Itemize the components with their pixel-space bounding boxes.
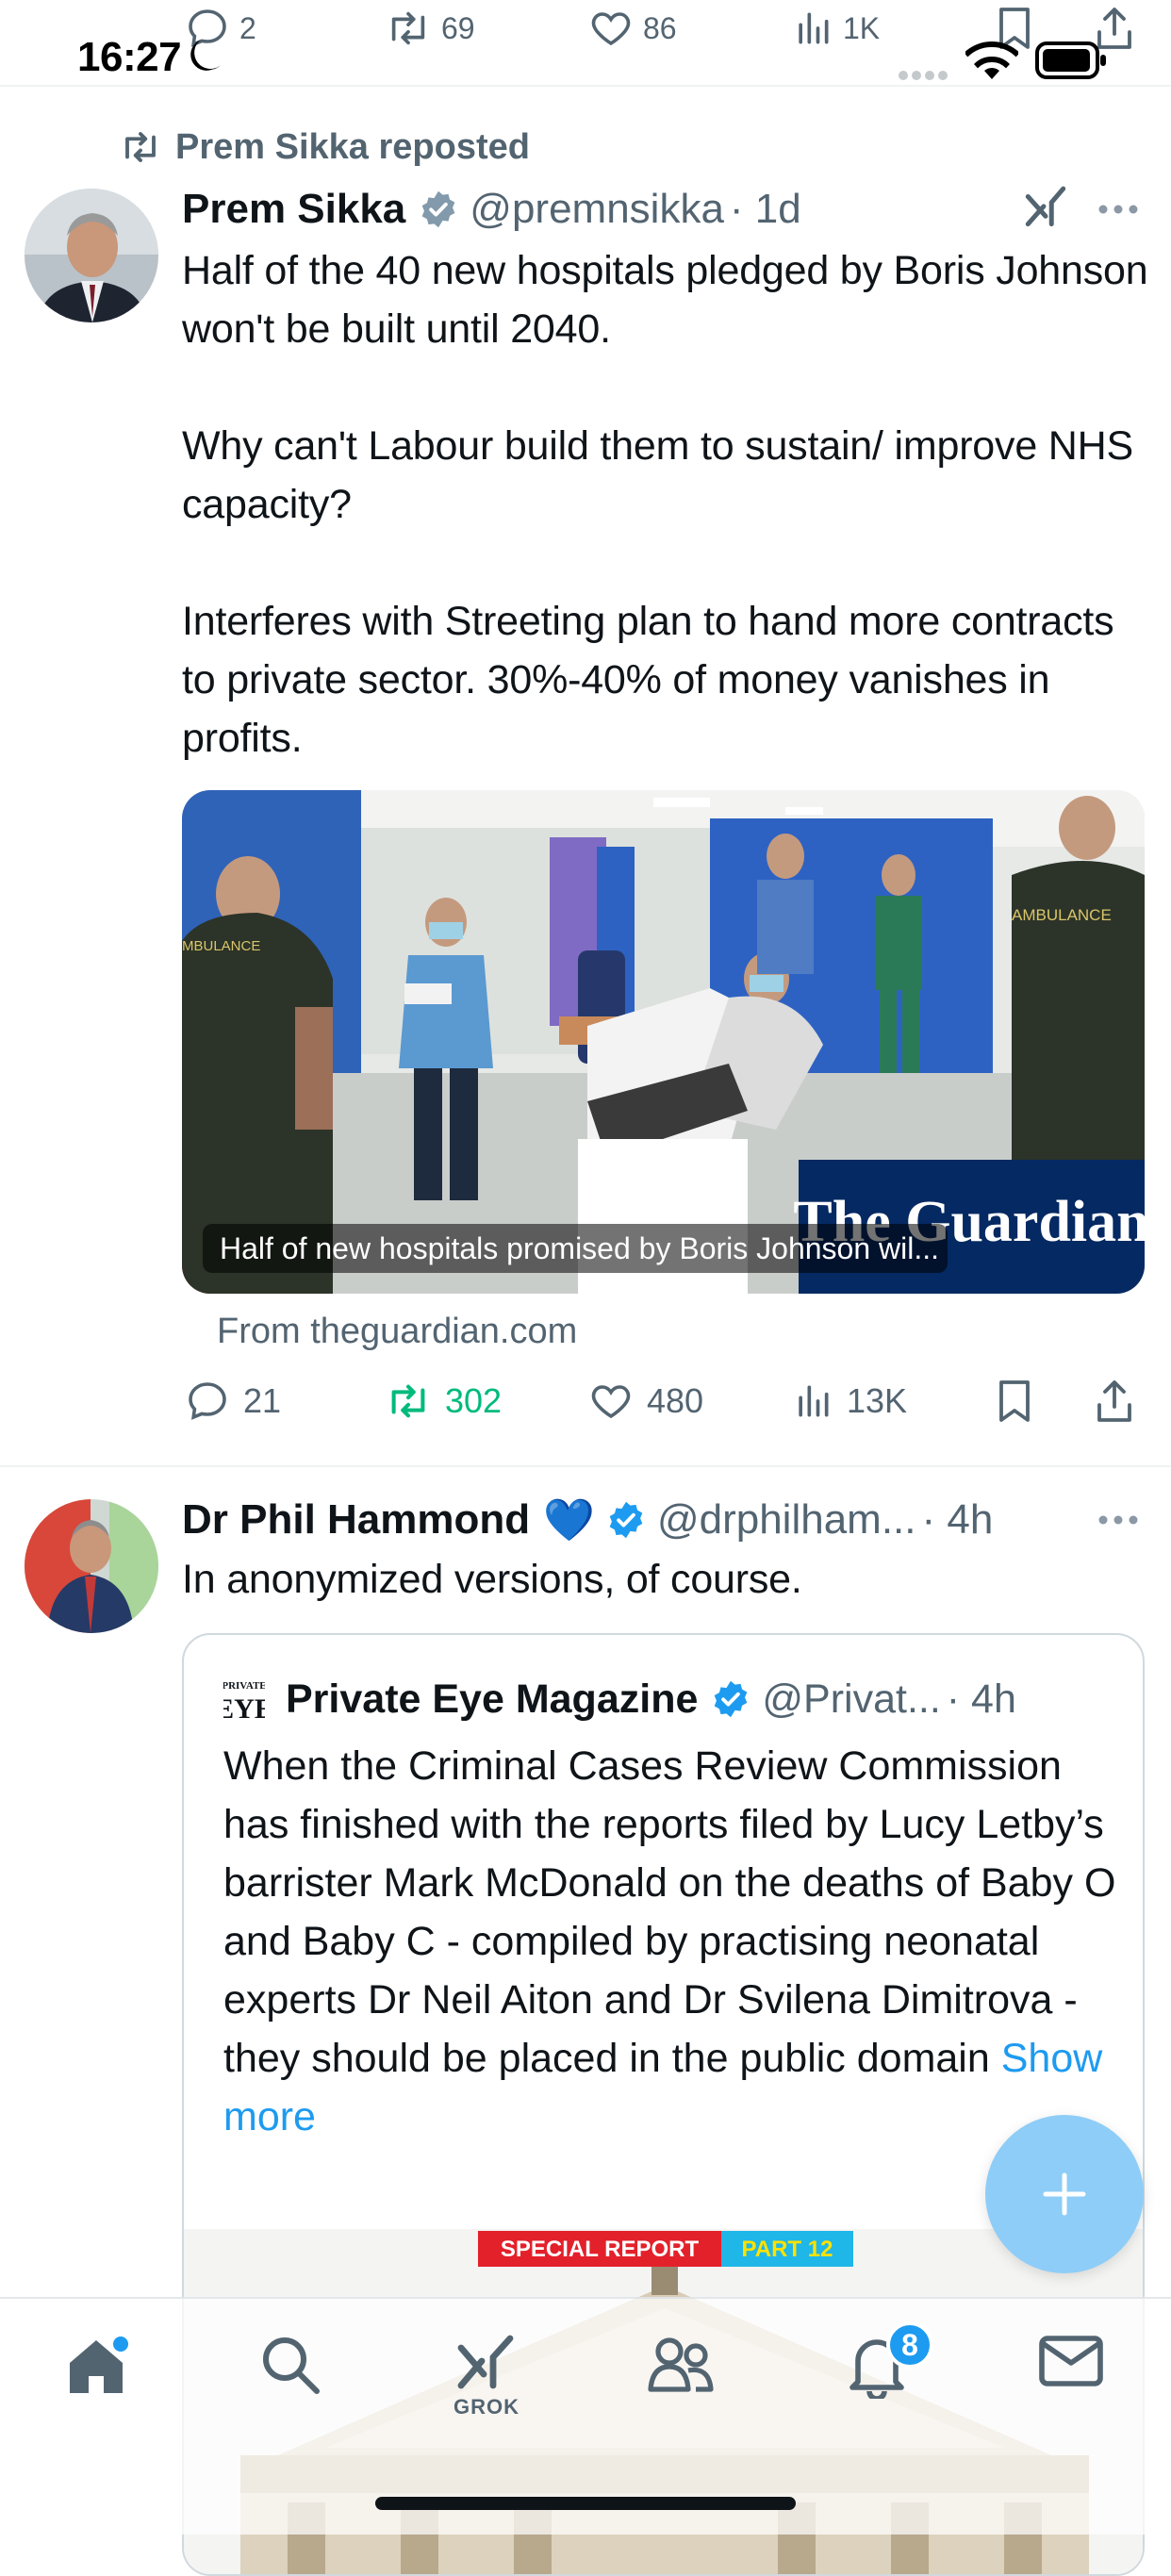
reply-count: 21 — [243, 1381, 282, 1420]
communities-icon — [647, 2333, 715, 2397]
repost-button[interactable]: 302 — [385, 1363, 502, 1439]
bookmark-button[interactable] — [994, 1363, 1035, 1439]
repost-icon — [385, 1379, 432, 1424]
views-icon — [792, 8, 833, 49]
battery-icon — [1035, 41, 1107, 79]
status-bar-time: 16:27 — [77, 34, 182, 80]
grok-icon[interactable] — [1022, 185, 1069, 234]
tweet-header: Dr Phil Hammond 💙 @drphilham... · 4h — [182, 1490, 993, 1550]
mail-icon — [1038, 2333, 1104, 2389]
verified-badge-icon — [419, 190, 458, 229]
like-button[interactable]: 86 — [588, 2, 677, 55]
quoted-author-handle: @Privat... — [762, 1676, 941, 1722]
banner-special-report: SPECIAL REPORT — [501, 2237, 700, 2262]
banner-part: PART 12 — [742, 2237, 833, 2262]
grok-icon — [454, 2333, 520, 2393]
repost-count: 302 — [445, 1381, 503, 1420]
verified-badge-icon — [606, 1500, 646, 1540]
repost-icon — [119, 127, 162, 167]
verified-badge-icon — [711, 1679, 750, 1719]
link-card-caption: Half of new hospitals promised by Boris … — [203, 1224, 948, 1273]
quoted-tweet-time: · 4h — [946, 1676, 1016, 1722]
tab-grok[interactable]: GROK — [430, 2333, 543, 2427]
more-options-icon[interactable] — [1097, 1514, 1139, 1526]
card-ambulance-text-left: MBULANCE — [182, 938, 260, 954]
wifi-icon — [965, 41, 1018, 81]
more-options-icon[interactable] — [1097, 204, 1139, 215]
quoted-tweet-body: When the Criminal Cases Review Commissio… — [223, 1743, 1128, 2081]
tweet-text: Half of the 40 new hospitals pledged by … — [182, 248, 1148, 761]
share-icon — [1094, 1379, 1135, 1424]
reply-count: 2 — [239, 10, 256, 45]
signal-dots-icon — [898, 70, 950, 81]
bookmark-icon — [994, 1379, 1035, 1424]
like-button[interactable]: 480 — [588, 1363, 703, 1439]
author-handle[interactable]: @premnsikka — [470, 186, 724, 233]
repost-label: Prem Sikka reposted — [175, 126, 530, 167]
logo-line2: EYE — [223, 1693, 265, 1724]
tweet-time[interactable]: · 4h — [922, 1496, 994, 1544]
tweet-time[interactable]: · 1d — [730, 186, 801, 233]
tab-search[interactable] — [234, 2333, 347, 2427]
share-button[interactable] — [1094, 1363, 1135, 1439]
repost-icon — [385, 6, 432, 51]
reply-button[interactable]: 21 — [185, 1363, 281, 1439]
tab-messages[interactable] — [1014, 2333, 1128, 2427]
views-count: 1K — [843, 10, 881, 45]
author-name[interactable]: Dr Phil Hammond — [182, 1496, 530, 1544]
notifications-badge: 8 — [886, 2321, 933, 2369]
quoted-tweet-text: When the Criminal Cases Review Commissio… — [223, 1737, 1119, 2146]
tweet-action-bar: 21 302 480 13K — [0, 1363, 1171, 1439]
tweet-divider — [0, 1465, 1171, 1467]
like-count: 86 — [643, 10, 677, 45]
like-count: 480 — [647, 1381, 704, 1420]
avatar[interactable] — [25, 189, 158, 322]
views-icon — [792, 1380, 833, 1422]
home-indicator — [375, 2497, 796, 2510]
tweet-text: In anonymized versions, of course. — [182, 1557, 802, 1602]
tab-communities[interactable] — [624, 2333, 737, 2427]
tab-home[interactable] — [40, 2333, 153, 2427]
card-ambulance-text-right: AMBULANCE — [1012, 906, 1112, 924]
blue-heart-emoji: 💙 — [543, 1497, 595, 1544]
search-icon — [258, 2333, 322, 2397]
heart-icon — [588, 1379, 634, 1424]
repost-indicator[interactable]: Prem Sikka reposted — [119, 123, 530, 172]
views-count: 13K — [847, 1381, 908, 1420]
avatar[interactable] — [25, 1499, 158, 1633]
link-card-image[interactable]: MBULANCE AMBULANCE The Guardian Half of … — [182, 790, 1145, 1294]
views-button[interactable]: 13K — [792, 1363, 907, 1439]
repost-button[interactable]: 69 — [385, 2, 475, 55]
repost-count: 69 — [441, 10, 475, 45]
heart-icon — [588, 6, 634, 51]
tweet-header: Prem Sikka @premnsikka · 1d — [182, 179, 801, 239]
tab-grok-label: GROK — [454, 2395, 520, 2419]
moon-icon — [185, 34, 224, 77]
link-card-source[interactable]: From theguardian.com — [217, 1305, 577, 1358]
home-icon — [62, 2333, 130, 2401]
private-eye-logo: PRIVATE EYE — [223, 1675, 265, 1724]
reply-icon — [185, 1379, 230, 1424]
plus-icon — [1038, 2168, 1091, 2221]
author-name[interactable]: Prem Sikka — [182, 186, 405, 233]
compose-button[interactable] — [985, 2115, 1144, 2273]
author-handle[interactable]: @drphilham... — [657, 1496, 916, 1544]
quoted-author-name: Private Eye Magazine — [286, 1676, 699, 1722]
views-button[interactable]: 1K — [792, 2, 880, 55]
logo-line1: PRIVATE — [223, 1680, 265, 1692]
quoted-tweet-header: Private Eye Magazine @Privat... · 4h — [286, 1669, 1016, 1729]
